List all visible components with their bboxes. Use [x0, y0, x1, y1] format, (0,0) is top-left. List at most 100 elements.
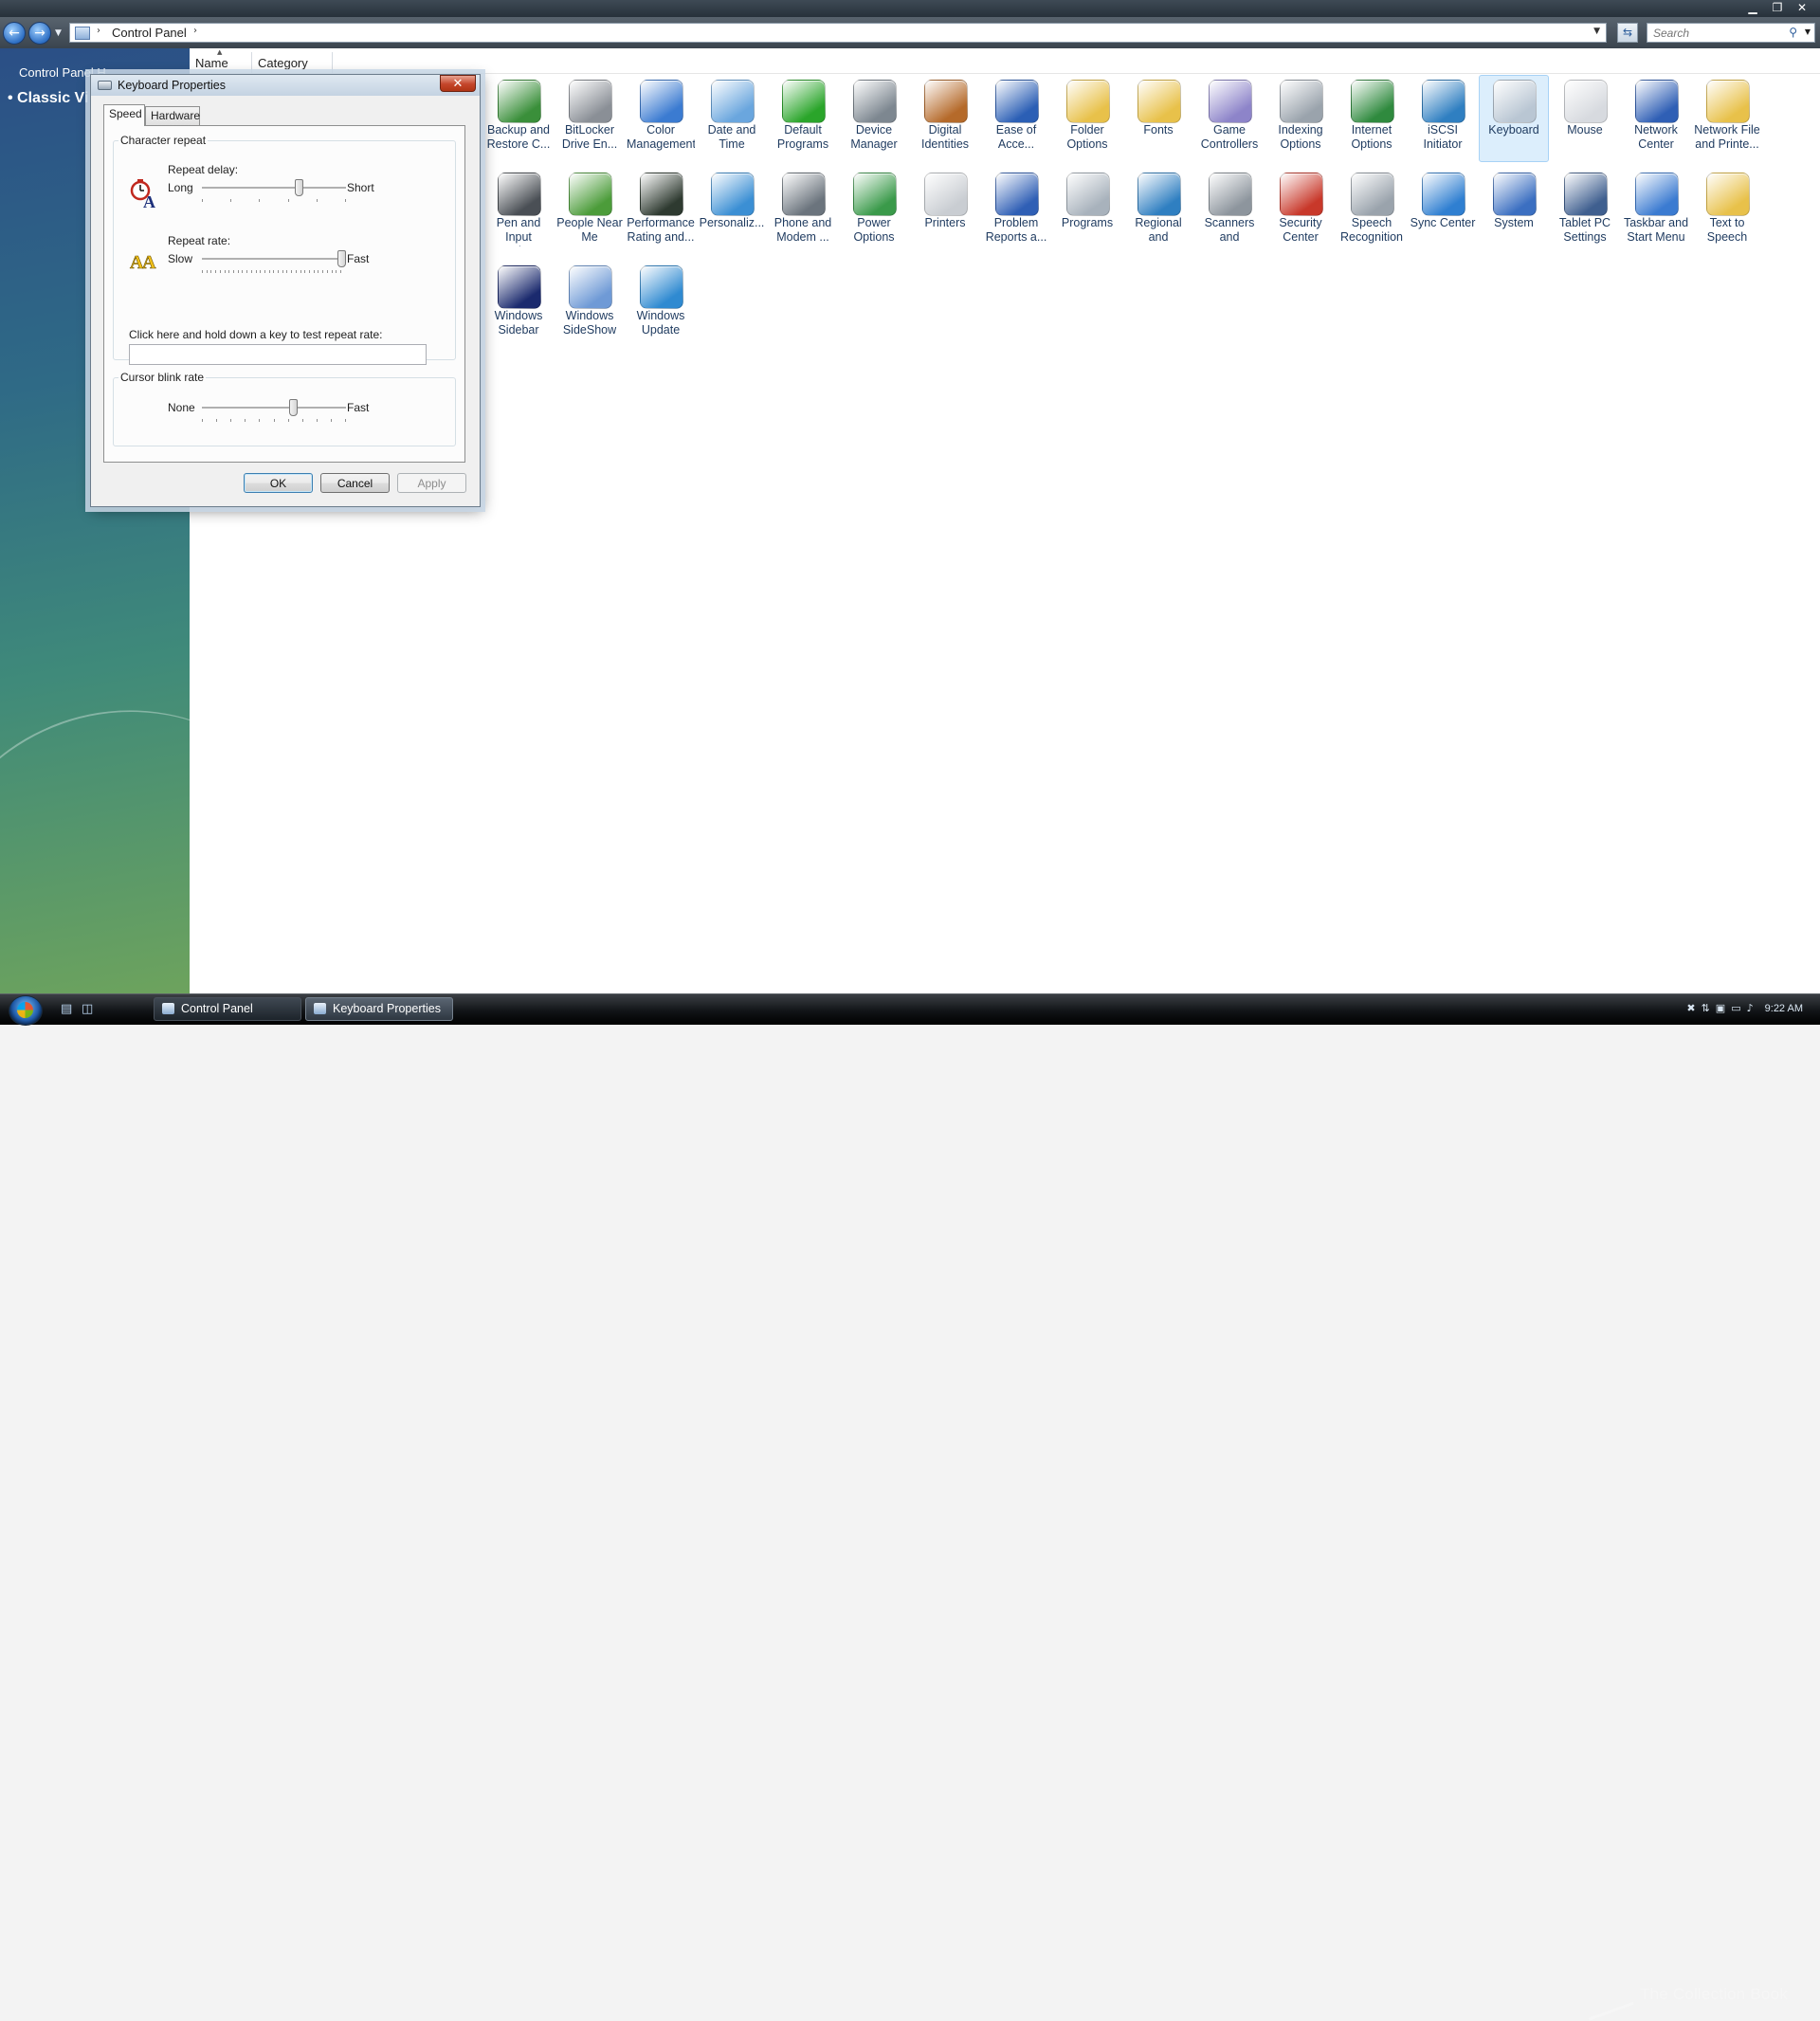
address-field[interactable]: › Control Panel › ▼	[69, 23, 1607, 43]
test-repeat-input[interactable]	[129, 344, 427, 365]
start-button[interactable]	[9, 995, 43, 1026]
control-panel-item[interactable]: Power Options	[839, 168, 909, 255]
control-panel-item[interactable]: Phone and Modem ...	[768, 168, 838, 255]
control-panel-item[interactable]: Backup and Restore C...	[483, 75, 554, 162]
control-panel-item[interactable]: BitLocker Drive En...	[555, 75, 625, 162]
control-panel-item[interactable]: Regional and Language ...	[1123, 168, 1193, 255]
slider-track	[202, 187, 346, 190]
control-panel-item[interactable]: Internet Options	[1337, 75, 1407, 162]
control-panel-item[interactable]: Speech Recognition	[1337, 168, 1407, 255]
control-panel-item[interactable]: Default Programs	[768, 75, 838, 162]
column-divider[interactable]	[251, 52, 252, 73]
slider-tick	[246, 270, 248, 273]
taskbar-icon	[1635, 173, 1679, 216]
control-panel-item[interactable]: Game Controllers	[1194, 75, 1265, 162]
cursor-blink-thumb[interactable]	[288, 399, 298, 416]
control-panel-item[interactable]: Device Manager	[839, 75, 909, 162]
control-panel-item[interactable]: Windows Sidebar	[483, 261, 554, 348]
control-panel-item[interactable]: Text to Speech	[1692, 168, 1762, 255]
control-panel-item[interactable]: Fonts	[1123, 75, 1193, 162]
back-button[interactable]: ←	[3, 22, 26, 45]
control-panel-item[interactable]: Personaliz...	[697, 168, 767, 255]
ok-button[interactable]: OK	[244, 473, 313, 493]
security-alert-icon[interactable]: ✖	[1686, 1002, 1695, 1014]
magnifier-icon[interactable]: ⚲	[1789, 26, 1797, 39]
show-desktop-icon[interactable]: ▤	[61, 1002, 76, 1017]
control-panel-item[interactable]: Mouse	[1550, 75, 1620, 162]
icon-glyph	[1564, 173, 1608, 216]
system-tray: ✖ ⇅ ▣ ▭ ♪ 9:22 AM	[1686, 1002, 1803, 1014]
column-header-category[interactable]: Category	[258, 56, 308, 70]
clock[interactable]: 9:22 AM	[1765, 1003, 1803, 1014]
sidebar-tray-icon[interactable]: ▣	[1716, 1002, 1725, 1014]
control-panel-item[interactable]: Performance Rating and...	[626, 168, 696, 255]
cancel-button[interactable]: Cancel	[320, 473, 390, 493]
control-panel-item[interactable]: Network File and Printe...	[1692, 75, 1762, 162]
classic-view-link[interactable]: • Classic Vi	[8, 90, 88, 107]
repeat-delay-thumb[interactable]	[294, 179, 303, 196]
restore-button[interactable]: ❐	[1767, 0, 1788, 15]
cursor-blink-slider[interactable]	[202, 399, 346, 422]
column-header-name[interactable]: Name	[195, 56, 228, 70]
repeat-delay-slider[interactable]	[202, 179, 346, 202]
network-tray-icon[interactable]: ⇅	[1702, 1002, 1710, 1014]
icon-glyph	[1493, 173, 1537, 216]
control-panel-item[interactable]: Ease of Acce...	[981, 75, 1051, 162]
control-panel-item[interactable]: Indexing Options	[1265, 75, 1336, 162]
column-divider[interactable]	[332, 52, 333, 73]
control-panel-item[interactable]: Tablet PC Settings	[1550, 168, 1620, 255]
control-panel-item[interactable]: Sync Center	[1408, 168, 1478, 255]
control-panel-item[interactable]: Programs	[1052, 168, 1122, 255]
address-dropdown[interactable]: ▼	[1593, 27, 1600, 36]
search-input[interactable]	[1651, 26, 1788, 41]
icon-glyph	[1635, 80, 1679, 123]
search-box[interactable]: ⚲ ▼	[1647, 23, 1815, 43]
control-panel-item-label: Power Options	[853, 216, 895, 244]
control-panel-item[interactable]: Color Management	[626, 75, 696, 162]
refresh-button[interactable]: ⇆	[1617, 23, 1638, 43]
scanner-icon	[1209, 173, 1252, 216]
taskbar-button-control-panel[interactable]: Control Panel	[154, 997, 301, 1021]
control-panel-item-label: Security Center	[1279, 216, 1322, 244]
control-panel-item[interactable]: Taskbar and Start Menu	[1621, 168, 1691, 255]
close-window-button[interactable]: ✕	[1792, 0, 1812, 15]
slider-tick	[286, 270, 288, 273]
taskbar-button-keyboard-properties[interactable]: Keyboard Properties	[305, 997, 453, 1021]
control-panel-item[interactable]: iSCSI Initiator	[1408, 75, 1478, 162]
control-panel-item[interactable]: Keyboard	[1479, 75, 1549, 162]
icon-glyph	[640, 173, 683, 216]
volume-icon[interactable]: ♪	[1747, 1002, 1754, 1014]
control-panel-item[interactable]: Pen and Input Devices	[483, 168, 554, 255]
control-panel-item[interactable]: Scanners and Cameras	[1194, 168, 1265, 255]
control-panel-item[interactable]: System	[1479, 168, 1549, 255]
control-panel-item[interactable]: Windows SideShow	[555, 261, 625, 348]
control-panel-item[interactable]: Digital Identities	[910, 75, 980, 162]
breadcrumb-separator[interactable]: ›	[193, 26, 197, 36]
dialog-close-button[interactable]: ✕	[440, 75, 476, 92]
breadcrumb-control-panel[interactable]: Control Panel	[112, 26, 187, 40]
control-panel-item[interactable]: Problem Reports a...	[981, 168, 1051, 255]
control-panel-item[interactable]: Folder Options	[1052, 75, 1122, 162]
control-panel-item[interactable]: Security Center	[1265, 168, 1336, 255]
display-tray-icon[interactable]: ▭	[1731, 1002, 1740, 1014]
control-panel-item[interactable]: Windows Update	[626, 261, 696, 348]
recent-pages-dropdown[interactable]: ▼	[55, 28, 62, 38]
breadcrumb-separator[interactable]: ›	[97, 26, 100, 36]
minimize-button[interactable]: ▁	[1742, 0, 1763, 15]
repeat-rate-slider[interactable]	[202, 250, 346, 273]
search-options-dropdown[interactable]: ▼	[1805, 27, 1811, 36]
tab-speed[interactable]: Speed	[103, 104, 145, 126]
slider-tick	[316, 419, 318, 422]
folder-options-icon	[1066, 80, 1110, 123]
control-panel-item[interactable]: Printers	[910, 168, 980, 255]
control-panel-item[interactable]: Date and Time	[697, 75, 767, 162]
forward-button[interactable]: →	[28, 22, 51, 45]
control-panel-item[interactable]: People Near Me	[555, 168, 625, 255]
control-panel-item[interactable]: Network Center	[1621, 75, 1691, 162]
tab-hardware[interactable]: Hardware	[145, 106, 200, 125]
repeat-rate-thumb[interactable]	[337, 250, 346, 267]
dialog-title-bar[interactable]: Keyboard Properties ✕	[91, 75, 480, 96]
switch-windows-icon[interactable]: ◫	[82, 1002, 97, 1017]
problem-reports-icon	[995, 173, 1039, 216]
apply-button[interactable]: Apply	[397, 473, 466, 493]
